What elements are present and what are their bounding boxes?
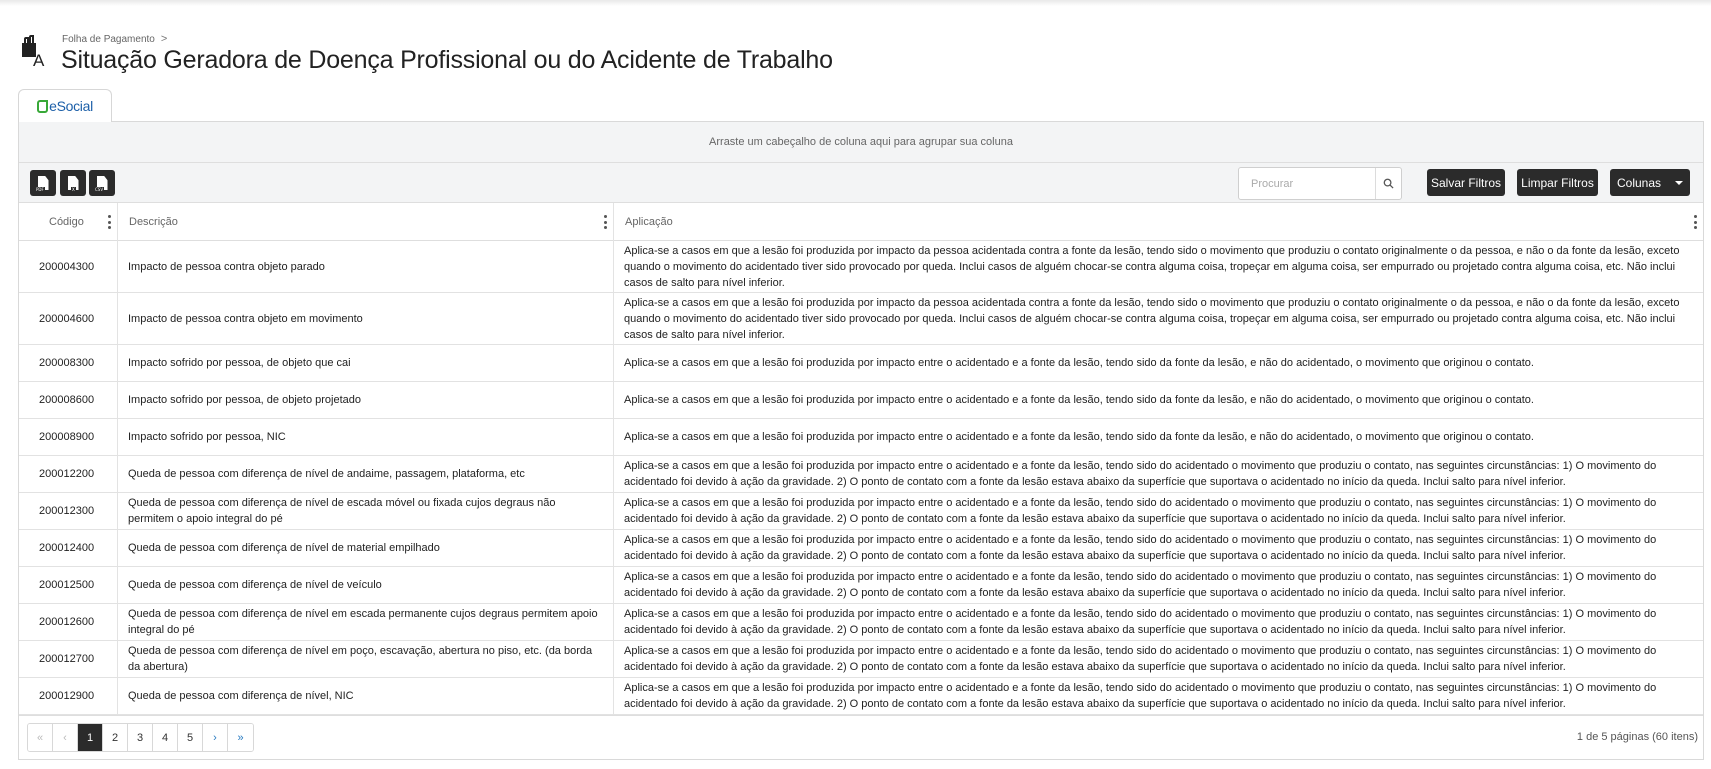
table-row[interactable]: 200012900 Queda de pessoa com diferença d…	[19, 678, 1703, 715]
esocial-logo: eSocial	[37, 98, 93, 114]
cell-aplicacao: Aplica-se a casos em que a lesão foi pro…	[624, 682, 1657, 710]
cell-codigo: 200004300	[19, 241, 118, 292]
page-button-3[interactable]: 3	[128, 724, 153, 751]
column-header-label: Código	[49, 216, 84, 228]
cell-codigo: 200008300	[19, 345, 118, 381]
cell-aplicacao: Aplica-se a casos em que a lesão foi pro…	[624, 534, 1657, 562]
export-xls-button[interactable]: X	[60, 170, 86, 196]
table-row[interactable]: 200012200 Queda de pessoa com diferença d…	[19, 456, 1703, 493]
tab-esocial-label: eSocial	[49, 98, 93, 114]
grid-toolbar: PDF X CSV Salvar Filtros Limpar Filtros …	[19, 163, 1703, 203]
column-header-label: Aplicação	[625, 216, 673, 228]
table-row[interactable]: 200008300 Impacto sofrido por pessoa, de …	[19, 345, 1703, 382]
search-button[interactable]	[1375, 168, 1401, 199]
cell-codigo: 200012400	[19, 530, 118, 566]
cell-descricao: Impacto sofrido por pessoa, de objeto qu…	[118, 345, 614, 381]
tab-esocial[interactable]: eSocial	[18, 89, 112, 122]
cell-codigo: 200012700	[19, 641, 118, 677]
column-header-descricao[interactable]: Descrição	[118, 203, 614, 241]
cell-descricao: Queda de pessoa com diferença de nível e…	[118, 641, 614, 677]
data-grid: Arraste um cabeçalho de coluna aqui para…	[18, 121, 1704, 760]
clear-filters-button[interactable]: Limpar Filtros	[1517, 169, 1598, 196]
table-row[interactable]: 200012700 Queda de pessoa com diferença d…	[19, 641, 1703, 678]
save-filters-button[interactable]: Salvar Filtros	[1427, 169, 1505, 196]
column-header-aplicacao[interactable]: Aplicação	[614, 203, 1703, 241]
search-input[interactable]	[1239, 168, 1375, 199]
column-header-codigo[interactable]: Código	[19, 203, 118, 241]
cell-aplicacao: Aplica-se a casos em que a lesão foi pro…	[624, 357, 1534, 369]
table-body: 200004300 Impacto de pessoa contra objeto…	[19, 241, 1703, 715]
cell-aplicacao: Aplica-se a casos em que a lesão foi pro…	[624, 571, 1657, 599]
pager: « ‹ 1 2 3 4 5 › » 1 de 5 páginas (60 ite…	[19, 715, 1703, 759]
page-button-2[interactable]: 2	[103, 724, 128, 751]
table-row[interactable]: 200008600 Impacto sofrido por pessoa, de …	[19, 382, 1703, 419]
cell-codigo: 200004600	[19, 293, 118, 344]
page-button-1[interactable]: 1	[78, 724, 103, 751]
column-header-label: Descrição	[129, 216, 178, 228]
first-page-button[interactable]: «	[28, 724, 53, 751]
table-row[interactable]: 200012500 Queda de pessoa com diferença d…	[19, 567, 1703, 604]
cell-descricao: Queda de pessoa com diferença de nível d…	[118, 493, 614, 529]
svg-text:A: A	[33, 51, 45, 67]
search-icon	[1383, 178, 1394, 189]
cell-descricao: Impacto sofrido por pessoa, NIC	[118, 419, 614, 455]
cell-codigo: 200008900	[19, 419, 118, 455]
cell-codigo: 200012200	[19, 456, 118, 492]
page-button-4[interactable]: 4	[153, 724, 178, 751]
table-row[interactable]: 200012600 Queda de pessoa com diferença d…	[19, 604, 1703, 641]
breadcrumb-link-folha[interactable]: Folha de Pagamento	[62, 34, 155, 45]
table-row[interactable]: 200004300 Impacto de pessoa contra objeto…	[19, 241, 1703, 293]
cell-descricao: Impacto de pessoa contra objeto em movim…	[118, 293, 614, 344]
export-csv-button[interactable]: CSV	[89, 170, 115, 196]
cell-codigo: 200008600	[19, 382, 118, 418]
cell-aplicacao: Aplica-se a casos em que a lesão foi pro…	[624, 394, 1534, 406]
chevron-right-icon: >	[160, 33, 168, 45]
cell-aplicacao: Aplica-se a casos em que a lesão foi pro…	[624, 431, 1534, 443]
table-row[interactable]: 200004600 Impacto de pessoa contra objeto…	[19, 293, 1703, 345]
pagination: « ‹ 1 2 3 4 5 › »	[27, 723, 254, 752]
prev-page-button[interactable]: ‹	[53, 724, 78, 751]
cell-aplicacao: Aplica-se a casos em que a lesão foi pro…	[624, 244, 1680, 289]
caret-down-icon	[1675, 180, 1684, 185]
table-header: Código Descrição Aplicação	[19, 203, 1703, 241]
cell-codigo: 200012900	[19, 678, 118, 714]
payroll-bag-icon: A	[22, 35, 45, 67]
columns-button-label: Colunas	[1616, 175, 1662, 190]
export-pdf-button[interactable]: PDF	[30, 170, 56, 196]
group-panel-hint: Arraste um cabeçalho de coluna aqui para…	[709, 136, 1013, 148]
cell-codigo: 200012600	[19, 604, 118, 640]
column-menu-icon[interactable]	[1693, 215, 1697, 229]
group-panel[interactable]: Arraste um cabeçalho de coluna aqui para…	[19, 122, 1703, 163]
page-header: A Folha de Pagamento > Situação Geradora…	[18, 32, 1018, 76]
cell-descricao: Queda de pessoa com diferença de nível e…	[118, 604, 614, 640]
top-bar	[0, 0, 1711, 6]
breadcrumb: Folha de Pagamento >	[62, 33, 167, 45]
cell-codigo: 200012300	[19, 493, 118, 529]
page-title: Situação Geradora de Doença Profissional…	[61, 46, 833, 74]
table-row[interactable]: 200008900 Impacto sofrido por pessoa, NIC…	[19, 419, 1703, 456]
cell-aplicacao: Aplica-se a casos em que a lesão foi pro…	[624, 497, 1657, 525]
page-button-5[interactable]: 5	[178, 724, 203, 751]
next-page-button[interactable]: ›	[203, 724, 228, 751]
cell-descricao: Queda de pessoa com diferença de nível d…	[118, 530, 614, 566]
table-row[interactable]: 200012400 Queda de pessoa com diferença d…	[19, 530, 1703, 567]
cell-aplicacao: Aplica-se a casos em que a lesão foi pro…	[624, 296, 1680, 341]
cell-aplicacao: Aplica-se a casos em que a lesão foi pro…	[624, 608, 1657, 636]
search-box	[1238, 167, 1402, 200]
cell-descricao: Impacto sofrido por pessoa, de objeto pr…	[118, 382, 614, 418]
last-page-button[interactable]: »	[228, 724, 253, 751]
cell-aplicacao: Aplica-se a casos em que a lesão foi pro…	[624, 460, 1657, 488]
columns-dropdown-button[interactable]: Colunas	[1610, 169, 1690, 196]
column-menu-icon[interactable]	[603, 215, 607, 229]
pager-info: 1 de 5 páginas (60 itens)	[1576, 731, 1698, 743]
cell-codigo: 200012500	[19, 567, 118, 603]
column-menu-icon[interactable]	[107, 215, 111, 229]
esocial-mark-icon	[37, 99, 49, 113]
cell-descricao: Queda de pessoa com diferença de nível, …	[118, 678, 614, 714]
table-row[interactable]: 200012300 Queda de pessoa com diferença d…	[19, 493, 1703, 530]
cell-descricao: Impacto de pessoa contra objeto parado	[118, 241, 614, 292]
cell-aplicacao: Aplica-se a casos em que a lesão foi pro…	[624, 645, 1657, 673]
cell-descricao: Queda de pessoa com diferença de nível d…	[118, 456, 614, 492]
cell-descricao: Queda de pessoa com diferença de nível d…	[118, 567, 614, 603]
